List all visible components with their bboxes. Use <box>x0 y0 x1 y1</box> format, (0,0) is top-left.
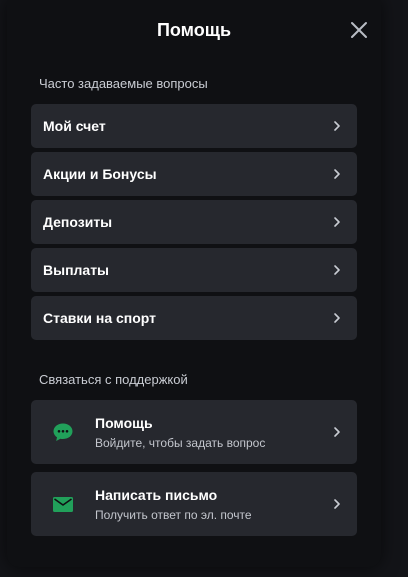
faq-item-label: Выплаты <box>43 262 110 278</box>
support-item-subtitle: Получить ответ по эл. почте <box>95 508 252 522</box>
support-item-chat[interactable]: Помощь Войдите, чтобы задать вопрос <box>31 400 357 464</box>
chevron-right-icon <box>334 121 340 131</box>
support-item-title: Помощь <box>95 415 153 431</box>
close-icon <box>351 22 367 38</box>
faq-heading: Часто задаваемые вопросы <box>39 76 208 91</box>
mail-icon <box>53 497 73 512</box>
faq-item-withdrawals[interactable]: Выплаты <box>31 248 357 292</box>
chevron-right-icon <box>334 499 340 509</box>
chevron-right-icon <box>334 217 340 227</box>
support-item-subtitle: Войдите, чтобы задать вопрос <box>95 436 266 450</box>
chevron-right-icon <box>334 427 340 437</box>
faq-item-label: Акции и Бонусы <box>43 166 157 182</box>
modal-title: Помощь <box>156 20 232 40</box>
chevron-right-icon <box>334 169 340 179</box>
faq-item-label: Депозиты <box>43 214 113 230</box>
chat-icon <box>53 423 73 441</box>
faq-item-deposits[interactable]: Депозиты <box>31 200 357 244</box>
close-button[interactable] <box>350 21 368 39</box>
support-item-email[interactable]: Написать письмо Получить ответ по эл. по… <box>31 472 357 536</box>
faq-item-my-account[interactable]: Мой счет <box>31 104 357 148</box>
chevron-right-icon <box>334 313 340 323</box>
support-item-title: Написать письмо <box>95 487 218 503</box>
faq-item-sports-betting[interactable]: Ставки на спорт <box>31 296 357 340</box>
chevron-right-icon <box>334 265 340 275</box>
faq-item-label: Ставки на спорт <box>43 310 157 326</box>
faq-item-label: Мой счет <box>43 118 106 134</box>
support-heading: Связаться с поддержкой <box>39 372 188 387</box>
help-modal: Помощь Часто задаваемые вопросы Мой счет… <box>7 0 381 567</box>
faq-item-promotions-bonuses[interactable]: Акции и Бонусы <box>31 152 357 196</box>
